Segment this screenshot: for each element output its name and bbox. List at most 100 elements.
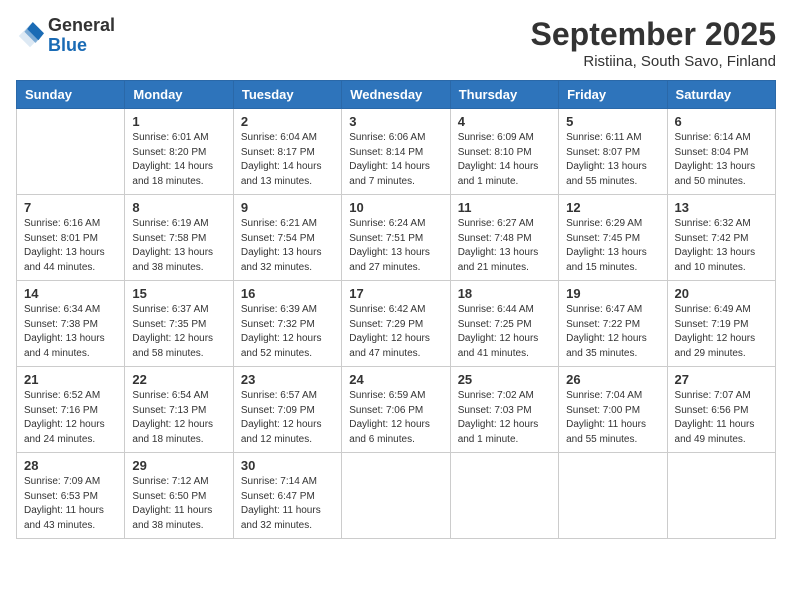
day-info: Sunrise: 7:02 AMSunset: 7:03 PMDaylight:…: [458, 389, 551, 447]
day-info: Sunrise: 6:39 AMSunset: 7:32 PMDaylight:…: [241, 303, 334, 361]
day-number: 2: [241, 114, 334, 129]
calendar-cell: 3 Sunrise: 6:06 AMSunset: 8:14 PMDaylight…: [342, 109, 450, 195]
day-info: Sunrise: 6:16 AMSunset: 8:01 PMDaylight:…: [24, 217, 117, 275]
day-info: Sunrise: 6:34 AMSunset: 7:38 PMDaylight:…: [24, 303, 117, 361]
weekday-header-monday: Monday: [125, 81, 233, 109]
calendar-week-row: 1Sunrise: 6:01 AMSunset: 8:20 PMDaylight…: [17, 109, 776, 195]
day-info: Sunrise: 6:14 AMSunset: 8:04 PMDaylight:…: [675, 131, 768, 189]
calendar-week-row: 14 Sunrise: 6:34 AMSunset: 7:38 PMDayligh…: [17, 281, 776, 367]
calendar-cell: 18 Sunrise: 6:44 AMSunset: 7:25 PMDayligh…: [450, 281, 558, 367]
calendar-cell: 26 Sunrise: 7:04 AMSunset: 7:00 PMDayligh…: [559, 367, 667, 453]
day-number: 12: [566, 200, 659, 215]
day-number: 30: [241, 458, 334, 473]
calendar-cell: 11 Sunrise: 6:27 AMSunset: 7:48 PMDayligh…: [450, 195, 558, 281]
calendar-cell: 14 Sunrise: 6:34 AMSunset: 7:38 PMDayligh…: [17, 281, 125, 367]
logo-text: General Blue: [48, 16, 115, 56]
calendar-cell: [559, 453, 667, 539]
day-info: Sunrise: 6:42 AMSunset: 7:29 PMDaylight:…: [349, 303, 442, 361]
day-info: Sunrise: 7:12 AMSunset: 6:50 PMDaylight:…: [132, 475, 225, 533]
day-info: Sunrise: 6:32 AMSunset: 7:42 PMDaylight:…: [675, 217, 768, 275]
day-info: Sunrise: 7:04 AMSunset: 7:00 PMDaylight:…: [566, 389, 659, 447]
day-number: 28: [24, 458, 117, 473]
weekday-header-wednesday: Wednesday: [342, 81, 450, 109]
calendar-cell: 28 Sunrise: 7:09 AMSunset: 6:53 PMDayligh…: [17, 453, 125, 539]
day-number: 27: [675, 372, 768, 387]
day-number: 17: [349, 286, 442, 301]
day-number: 1: [132, 114, 225, 129]
weekday-header-sunday: Sunday: [17, 81, 125, 109]
day-number: 25: [458, 372, 551, 387]
day-number: 16: [241, 286, 334, 301]
day-info: Sunrise: 6:47 AMSunset: 7:22 PMDaylight:…: [566, 303, 659, 361]
day-info: Sunrise: 6:57 AMSunset: 7:09 PMDaylight:…: [241, 389, 334, 447]
day-number: 7: [24, 200, 117, 215]
calendar-cell: 6 Sunrise: 6:14 AMSunset: 8:04 PMDaylight…: [667, 109, 775, 195]
day-number: 19: [566, 286, 659, 301]
day-number: 24: [349, 372, 442, 387]
calendar-table: SundayMondayTuesdayWednesdayThursdayFrid…: [16, 80, 776, 539]
day-number: 6: [675, 114, 768, 129]
day-number: 21: [24, 372, 117, 387]
day-info: Sunrise: 6:06 AMSunset: 8:14 PMDaylight:…: [349, 131, 442, 189]
day-number: 5: [566, 114, 659, 129]
calendar-week-row: 28 Sunrise: 7:09 AMSunset: 6:53 PMDayligh…: [17, 453, 776, 539]
calendar-cell: 27Sunrise: 7:07 AMSunset: 6:56 PMDayligh…: [667, 367, 775, 453]
day-info: Sunrise: 6:49 AMSunset: 7:19 PMDaylight:…: [675, 303, 768, 361]
calendar-cell: 12Sunrise: 6:29 AMSunset: 7:45 PMDayligh…: [559, 195, 667, 281]
day-info: Sunrise: 6:44 AMSunset: 7:25 PMDaylight:…: [458, 303, 551, 361]
day-number: 26: [566, 372, 659, 387]
day-info: Sunrise: 6:54 AMSunset: 7:13 PMDaylight:…: [132, 389, 225, 447]
weekday-header-tuesday: Tuesday: [233, 81, 341, 109]
day-info: Sunrise: 6:09 AMSunset: 8:10 PMDaylight:…: [458, 131, 551, 189]
day-info: Sunrise: 6:24 AMSunset: 7:51 PMDaylight:…: [349, 217, 442, 275]
day-number: 9: [241, 200, 334, 215]
day-number: 18: [458, 286, 551, 301]
title-area: September 2025 Ristiina, South Savo, Fin…: [531, 16, 776, 70]
calendar-cell: [450, 453, 558, 539]
logo: General Blue: [16, 16, 115, 56]
calendar-cell: 2 Sunrise: 6:04 AMSunset: 8:17 PMDaylight…: [233, 109, 341, 195]
day-info: Sunrise: 6:04 AMSunset: 8:17 PMDaylight:…: [241, 131, 334, 189]
calendar-cell: 30 Sunrise: 7:14 AMSunset: 6:47 PMDayligh…: [233, 453, 341, 539]
day-info: Sunrise: 7:09 AMSunset: 6:53 PMDaylight:…: [24, 475, 117, 533]
day-number: 3: [349, 114, 442, 129]
calendar-cell: 15Sunrise: 6:37 AMSunset: 7:35 PMDayligh…: [125, 281, 233, 367]
calendar-week-row: 21 Sunrise: 6:52 AMSunset: 7:16 PMDayligh…: [17, 367, 776, 453]
calendar-header-row: SundayMondayTuesdayWednesdayThursdayFrid…: [17, 81, 776, 109]
calendar-cell: 24Sunrise: 6:59 AMSunset: 7:06 PMDayligh…: [342, 367, 450, 453]
calendar-cell: [342, 453, 450, 539]
calendar-cell: 25 Sunrise: 7:02 AMSunset: 7:03 PMDayligh…: [450, 367, 558, 453]
day-number: 10: [349, 200, 442, 215]
location: Ristiina, South Savo, Finland: [531, 53, 776, 70]
logo-icon: [16, 22, 44, 50]
day-info: Sunrise: 6:52 AMSunset: 7:16 PMDaylight:…: [24, 389, 117, 447]
day-number: 4: [458, 114, 551, 129]
day-number: 29: [132, 458, 225, 473]
calendar-cell: 4 Sunrise: 6:09 AMSunset: 8:10 PMDaylight…: [450, 109, 558, 195]
page-header: General Blue September 2025 Ristiina, So…: [16, 16, 776, 70]
day-info: Sunrise: 6:37 AMSunset: 7:35 PMDaylight:…: [132, 303, 225, 361]
calendar-cell: 29 Sunrise: 7:12 AMSunset: 6:50 PMDayligh…: [125, 453, 233, 539]
day-number: 22: [132, 372, 225, 387]
day-number: 11: [458, 200, 551, 215]
calendar-cell: 1Sunrise: 6:01 AMSunset: 8:20 PMDaylight…: [125, 109, 233, 195]
weekday-header-saturday: Saturday: [667, 81, 775, 109]
day-info: Sunrise: 6:11 AMSunset: 8:07 PMDaylight:…: [566, 131, 659, 189]
weekday-header-friday: Friday: [559, 81, 667, 109]
day-info: Sunrise: 6:27 AMSunset: 7:48 PMDaylight:…: [458, 217, 551, 275]
calendar-cell: 19 Sunrise: 6:47 AMSunset: 7:22 PMDayligh…: [559, 281, 667, 367]
day-number: 14: [24, 286, 117, 301]
day-number: 8: [132, 200, 225, 215]
calendar-cell: [17, 109, 125, 195]
calendar-cell: 5 Sunrise: 6:11 AMSunset: 8:07 PMDaylight…: [559, 109, 667, 195]
weekday-header-thursday: Thursday: [450, 81, 558, 109]
day-info: Sunrise: 7:14 AMSunset: 6:47 PMDaylight:…: [241, 475, 334, 533]
calendar-cell: 9Sunrise: 6:21 AMSunset: 7:54 PMDaylight…: [233, 195, 341, 281]
calendar-cell: 8Sunrise: 6:19 AMSunset: 7:58 PMDaylight…: [125, 195, 233, 281]
calendar-cell: 23 Sunrise: 6:57 AMSunset: 7:09 PMDayligh…: [233, 367, 341, 453]
calendar-cell: [667, 453, 775, 539]
calendar-cell: 13Sunrise: 6:32 AMSunset: 7:42 PMDayligh…: [667, 195, 775, 281]
month-title: September 2025: [531, 16, 776, 53]
calendar-cell: 22 Sunrise: 6:54 AMSunset: 7:13 PMDayligh…: [125, 367, 233, 453]
day-number: 23: [241, 372, 334, 387]
